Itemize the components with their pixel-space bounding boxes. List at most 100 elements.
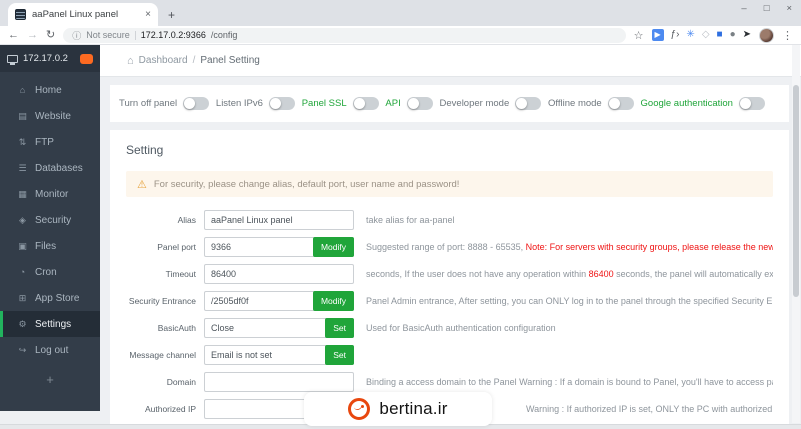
new-tab-button[interactable]: + [168, 8, 175, 22]
toggle-label: Listen IPv6 [215, 98, 263, 109]
breadcrumb-separator: / [192, 55, 196, 66]
alias-input[interactable] [204, 210, 354, 230]
ext-blue-square-icon[interactable]: ■ [717, 30, 723, 40]
timeout-group [204, 264, 354, 284]
bookmark-star-icon[interactable]: ☆ [634, 29, 644, 42]
monitor-icon: ▦ [18, 188, 27, 199]
security-entrance-group: Modify [204, 291, 354, 311]
basicauth-set-button[interactable]: Set [325, 318, 354, 338]
window-maximize-button[interactable]: □ [764, 3, 770, 14]
panel-port-modify-button[interactable]: Modify [312, 237, 354, 257]
sidebar-item-files[interactable]: ▣ Files [0, 233, 100, 259]
description-text: Warning : If authorized IP is set, ONLY … [526, 404, 773, 414]
breadcrumb-dashboard-link[interactable]: Dashboard [139, 55, 188, 66]
basicauth-group: Set [204, 318, 354, 338]
toggle-label: Offline mode [548, 98, 602, 109]
tab-title: aaPanel Linux panel [32, 9, 119, 20]
sidebar-item-databases[interactable]: ☰ Databases [0, 155, 100, 181]
message-channel-set-button[interactable]: Set [325, 345, 354, 365]
form-row-security-entrance: Security Entrance Modify Panel Admin entra… [126, 291, 773, 311]
toggle-panel-ssl: Panel SSL [302, 97, 379, 110]
security-warning: ⚠ For security, please change alias, def… [126, 171, 773, 197]
back-icon[interactable]: ← [8, 29, 19, 41]
description-text: take alias for aa-panel [366, 215, 455, 225]
sidebar-item-cron[interactable]: ◔ Cron [0, 259, 100, 285]
scrollbar-thumb[interactable] [793, 85, 799, 297]
website-icon: ▤ [18, 110, 27, 121]
toggle-developer-mode: Developer mode [440, 97, 542, 110]
profile-avatar[interactable] [759, 27, 774, 43]
window-minimize-button[interactable]: – [741, 3, 746, 14]
log-out-icon: ↪ [18, 344, 27, 355]
timeout-input[interactable] [204, 264, 354, 284]
alias-label: Alias [177, 215, 196, 225]
toggle-switch-offline-mode[interactable] [607, 97, 634, 110]
ext-snowflake-icon[interactable]: ✳ [686, 30, 694, 40]
toggle-switch-google-authentication[interactable] [738, 97, 765, 110]
message-channel-label: Message channel [129, 350, 196, 360]
toggle-switch-api[interactable] [406, 97, 433, 110]
sidebar-item-security[interactable]: ◈ Security [0, 207, 100, 233]
ext-pin-icon[interactable]: ➤ [743, 30, 751, 40]
databases-icon: ☰ [18, 162, 27, 173]
switch-knob [353, 98, 365, 109]
sidebar-item-ftp[interactable]: ⇅ FTP [0, 129, 100, 155]
alias-description: take alias for aa-panel [366, 215, 773, 225]
vertical-scrollbar[interactable] [792, 45, 800, 423]
domain-input[interactable] [204, 372, 354, 392]
basicauth-label: BasicAuth [157, 323, 196, 333]
toggle-switch-listen-ipv6[interactable] [268, 97, 295, 110]
form-row-domain: Domain Binding a access domain to the Pan… [126, 372, 773, 392]
ext-blue-play-icon[interactable]: ▶ [651, 29, 664, 41]
domain-label: Domain [166, 377, 196, 387]
switch-knob [608, 98, 620, 109]
window-close-button[interactable]: × [786, 3, 792, 14]
forward-icon[interactable]: → [27, 29, 38, 41]
toggle-switch-turn-off-panel[interactable] [183, 97, 210, 110]
toggle-listen-ipv6: Listen IPv6 [216, 97, 295, 110]
basicauth-description: Used for BasicAuth authentication config… [366, 323, 773, 333]
domain-group [204, 372, 354, 392]
panel-port-group: Modify [204, 237, 354, 257]
sidebar-item-monitor[interactable]: ▦ Monitor [0, 181, 100, 207]
sidebar-item-label: Monitor [35, 188, 69, 200]
sidebar-item-label: Home [35, 84, 62, 96]
page-content: 172.17.0.2 ⌂ Home ▤ Website ⇅ FTP ☰ Databases ▦ M… [0, 45, 801, 429]
reload-icon[interactable]: ↻ [46, 29, 55, 41]
description-text: 86400 [588, 269, 614, 279]
sidebar-item-settings[interactable]: ⚙ Settings [0, 311, 100, 337]
ext-shield-icon[interactable]: ◇ [702, 30, 710, 40]
security-icon: ◈ [19, 214, 26, 225]
browser-menu-icon[interactable]: ⋮ [782, 29, 793, 42]
message-badge[interactable] [80, 53, 93, 64]
timeout-label: Timeout [165, 269, 196, 279]
server-ip: 172.17.0.2 [23, 53, 68, 64]
ext-function-icon[interactable]: ƒ› [671, 30, 680, 40]
form-row-panel-port: Panel port Modify Suggested range of port:… [126, 237, 773, 257]
sidebar-item-home[interactable]: ⌂ Home [0, 77, 100, 103]
description-text: Panel Admin entrance, After setting, you… [366, 296, 773, 306]
sidebar-item-log-out[interactable]: ↪ Log out [0, 337, 100, 363]
description-text: Note: For servers with security groups, … [525, 242, 773, 252]
address-bar[interactable]: ⓘ Not secure 172.17.0.2:9366 /config [63, 27, 626, 43]
browser-toolbar: ← → ↻ ⓘ Not secure 172.17.0.2:9366 /conf… [0, 26, 801, 45]
sidebar-add-button[interactable]: + [0, 372, 100, 387]
sidebar-item-website[interactable]: ▤ Website [0, 103, 100, 129]
switch-knob [184, 98, 196, 109]
tab-close-icon[interactable]: × [145, 9, 151, 20]
toggle-turn-off-panel: Turn off panel [119, 97, 210, 110]
info-icon[interactable]: ⓘ [72, 29, 81, 42]
sidebar-item-app-store[interactable]: ⊞ App Store [0, 285, 100, 311]
toggle-api: API [385, 97, 433, 110]
toggle-switch-developer-mode[interactable] [515, 97, 542, 110]
form-row-message-channel: Message channel Set [126, 345, 773, 365]
url-divider [134, 30, 136, 40]
sidebar-header[interactable]: 172.17.0.2 [0, 45, 100, 72]
security-entrance-modify-button[interactable]: Modify [312, 291, 354, 311]
home-icon: ⌂ [19, 85, 26, 95]
extension-icons: ▶ ƒ› ✳ ◇ ■ ● ➤ [651, 29, 751, 41]
browser-tab[interactable]: aaPanel Linux panel × [8, 3, 158, 26]
ext-gray-icon[interactable]: ● [730, 30, 736, 40]
sidebar: 172.17.0.2 ⌂ Home ▤ Website ⇅ FTP ☰ Databases ▦ M… [0, 45, 100, 411]
toggle-switch-panel-ssl[interactable] [352, 97, 379, 110]
